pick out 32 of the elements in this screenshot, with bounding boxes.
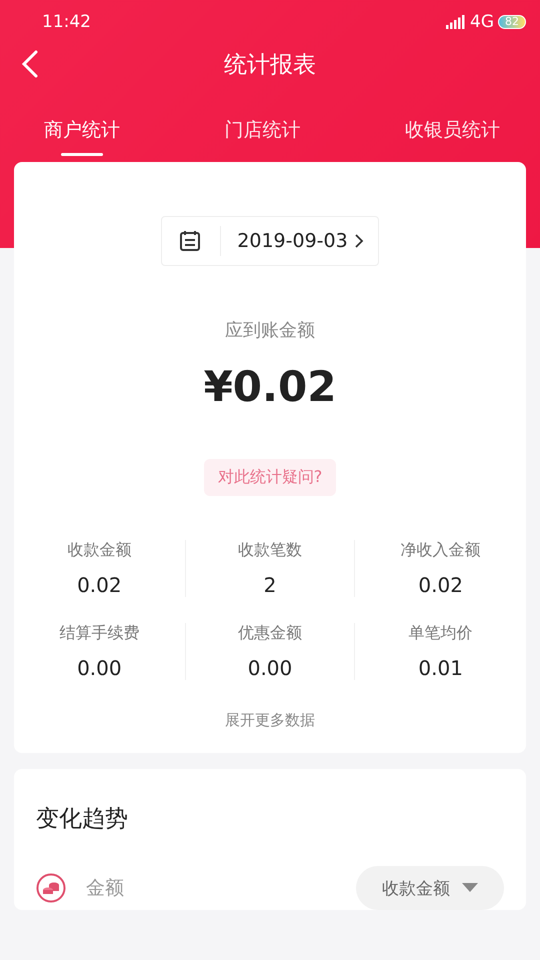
legend-label: 金额 xyxy=(86,876,124,901)
stat-value: 0.02 xyxy=(418,573,463,597)
stat-value: 0.00 xyxy=(248,656,292,680)
battery-level: 82 xyxy=(498,15,526,29)
stat-label: 单笔均价 xyxy=(408,623,473,644)
amount-value: ¥0.02 xyxy=(204,362,336,411)
signal-icon xyxy=(446,15,466,29)
stat-value: 0.00 xyxy=(77,656,122,680)
back-icon[interactable] xyxy=(20,50,40,78)
stat-value: 0.02 xyxy=(77,573,122,597)
stat-label: 收款笔数 xyxy=(238,540,302,561)
chevron-icon xyxy=(354,234,364,248)
tab[interactable]: 收银员统计 xyxy=(405,112,500,152)
coins-icon xyxy=(36,873,66,903)
stat-value: 0.01 xyxy=(418,656,463,680)
stat-label: 结算手续费 xyxy=(59,623,140,644)
section-title: 变化趋势 xyxy=(36,805,129,834)
stat-value: 2 xyxy=(264,573,276,597)
expand-link[interactable]: 展开更多数据 xyxy=(219,710,321,731)
page-title: 统计报表 xyxy=(224,50,316,80)
network-label: 4G xyxy=(470,12,494,32)
stat-label: 净收入金额 xyxy=(400,540,481,561)
metric-dropdown[interactable]: 收款金额 xyxy=(356,866,504,910)
stat-label: 优惠金额 xyxy=(238,623,302,644)
date-picker[interactable]: 2019-09-03 xyxy=(161,216,379,266)
question-link[interactable]: 对此统计疑问? xyxy=(204,459,336,496)
tab[interactable]: 门店统计 xyxy=(224,112,300,152)
calendar-icon xyxy=(178,229,202,253)
status-time: 11:42 xyxy=(42,12,91,32)
stat-label: 收款金额 xyxy=(67,540,132,561)
amount-label: 应到账金额 xyxy=(225,319,315,342)
caret-icon xyxy=(462,883,478,893)
